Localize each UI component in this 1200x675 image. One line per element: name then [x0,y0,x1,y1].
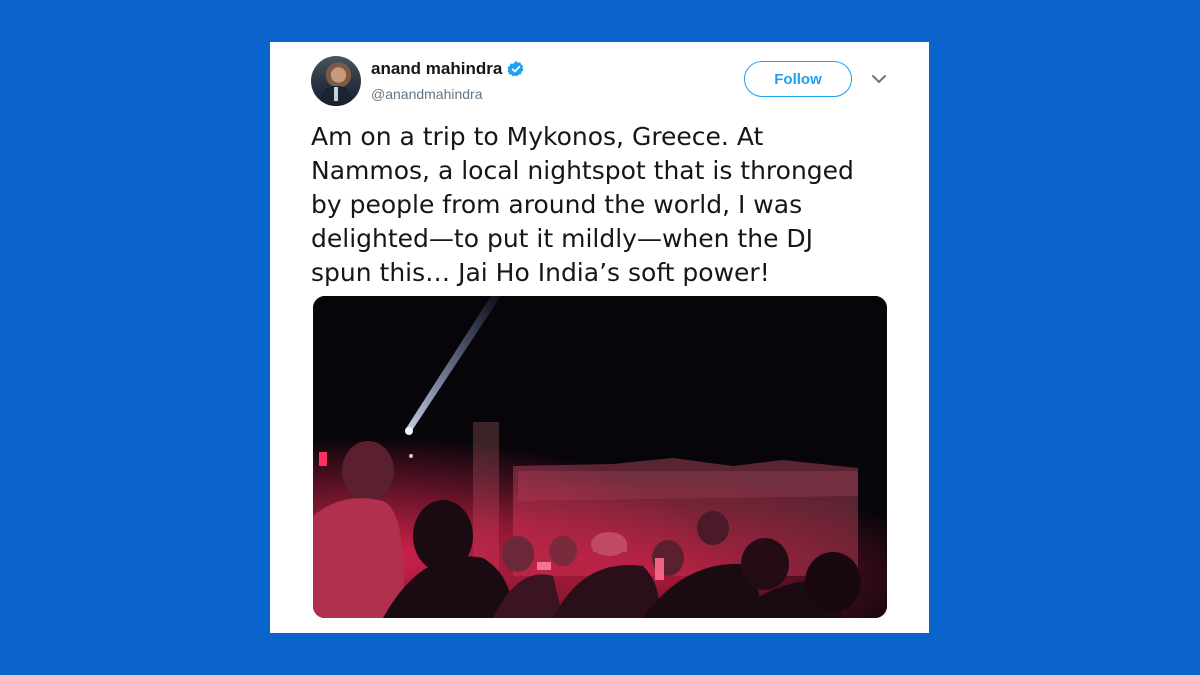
tweet-text-line: delighted—to put it mildly—when the DJ [311,224,814,253]
tweet-card: anand mahindra @anandmahindra Follow Am … [270,42,929,633]
chevron-down-icon[interactable] [870,72,888,86]
author-name[interactable]: anand mahindra [371,59,502,79]
author-name-row[interactable]: anand mahindra [371,59,525,79]
avatar[interactable] [311,56,361,106]
tweet-video[interactable] [313,296,887,618]
tweet-text: Am on a trip to Mykonos, Greece. At Namm… [311,120,891,290]
video-frame [313,296,887,618]
author-handle[interactable]: @anandmahindra [371,86,483,102]
tweet-text-line: by people from around the world, I was [311,190,803,219]
tweet-text-line: spun this… Jai Ho India’s soft power! [311,258,770,287]
tweet-text-line: Am on a trip to Mykonos, Greece. At [311,122,764,151]
verified-badge-icon [507,61,524,77]
tweet-text-line: Nammos, a local nightspot that is throng… [311,156,854,185]
follow-button[interactable]: Follow [744,61,852,97]
avatar-tie [334,87,338,101]
